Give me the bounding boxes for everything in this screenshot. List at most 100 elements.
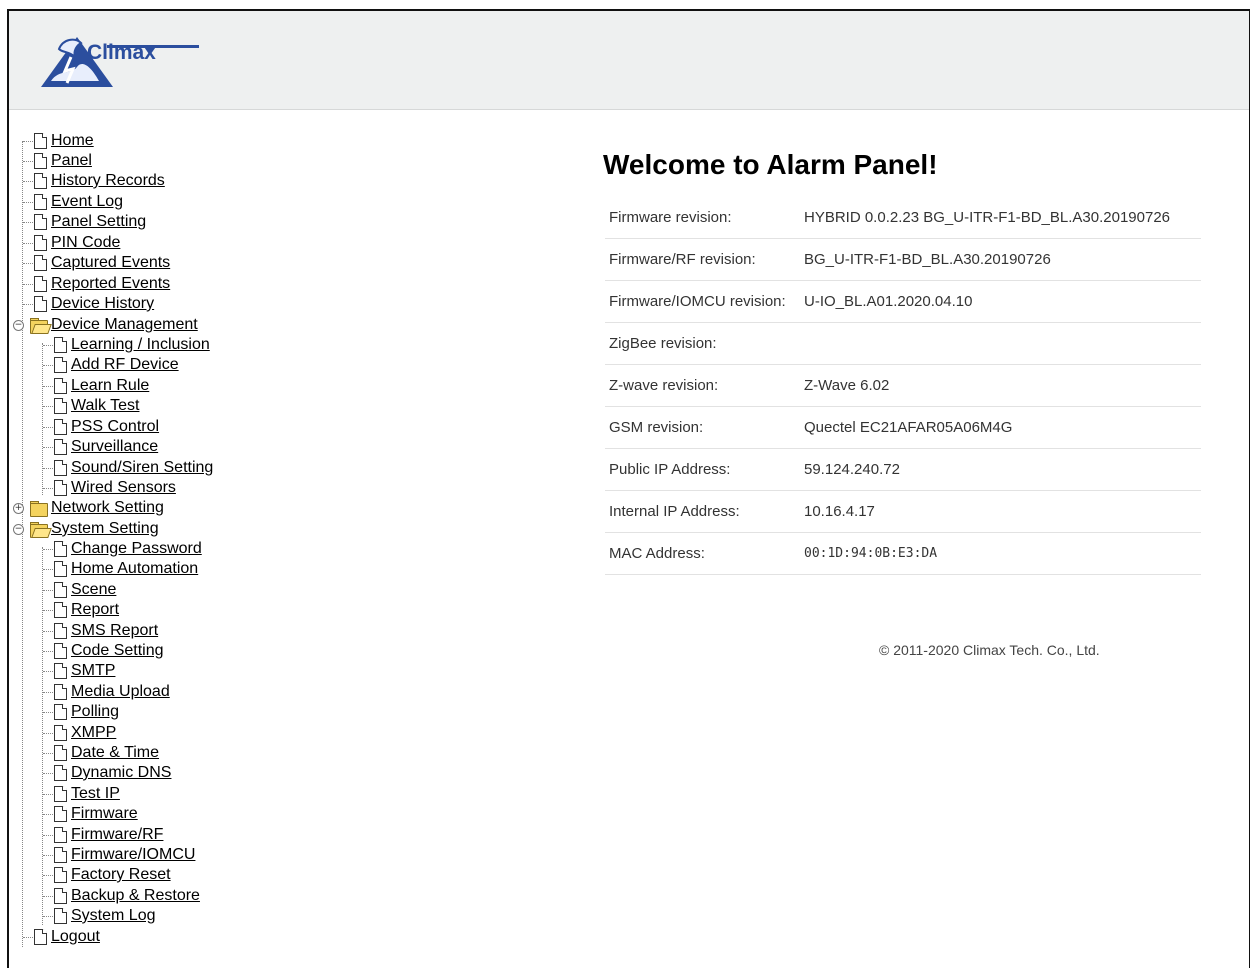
table-row: Firmware/IOMCU revision: U-IO_BL.A01.2020… bbox=[605, 280, 1201, 323]
nav-item-reported-events[interactable]: Reported Events bbox=[23, 274, 170, 294]
nav-link-learn-rule[interactable]: Learn Rule bbox=[71, 377, 149, 395]
nav-link-history-records[interactable]: History Records bbox=[51, 172, 165, 190]
nav-item-add-rf-device[interactable]: Add RF Device bbox=[43, 355, 179, 375]
nav-item-learn-rule[interactable]: Learn Rule bbox=[43, 376, 149, 396]
nav-link-device-history[interactable]: Device History bbox=[51, 295, 154, 313]
nav-item-sound-siren-setting[interactable]: Sound/Siren Setting bbox=[43, 458, 213, 478]
nav-link-panel[interactable]: Panel bbox=[51, 152, 92, 170]
nav-item-device-history[interactable]: Device History bbox=[23, 294, 154, 314]
nav-link-scene[interactable]: Scene bbox=[71, 581, 116, 599]
expand-toggle-icon[interactable]: + bbox=[13, 502, 24, 514]
nav-item-home-automation[interactable]: Home Automation bbox=[43, 559, 198, 579]
nav-link-event-log[interactable]: Event Log bbox=[51, 193, 123, 211]
nav-link-wired-sensors[interactable]: Wired Sensors bbox=[71, 479, 176, 497]
document-icon bbox=[54, 786, 67, 802]
document-icon bbox=[34, 276, 47, 292]
nav-link-dynamic-dns[interactable]: Dynamic DNS bbox=[71, 764, 171, 782]
nav-link-sms-report[interactable]: SMS Report bbox=[71, 622, 158, 640]
nav-link-code-setting[interactable]: Code Setting bbox=[71, 642, 164, 660]
nav-item-wired-sensors[interactable]: Wired Sensors bbox=[43, 478, 176, 498]
document-icon bbox=[54, 623, 67, 639]
nav-link-media-upload[interactable]: Media Upload bbox=[71, 683, 170, 701]
document-icon bbox=[34, 214, 47, 230]
nav-item-home[interactable]: Home bbox=[23, 131, 94, 151]
nav-item-change-password[interactable]: Change Password bbox=[43, 539, 202, 559]
nav-link-learning-inclusion[interactable]: Learning / Inclusion bbox=[71, 336, 210, 354]
nav-folder-device-management[interactable]: − Device Management bbox=[13, 315, 198, 335]
nav-item-dynamic-dns[interactable]: Dynamic DNS bbox=[43, 763, 171, 783]
nav-item-media-upload[interactable]: Media Upload bbox=[43, 682, 170, 702]
nav-item-history-records[interactable]: History Records bbox=[23, 171, 165, 191]
nav-link-device-management[interactable]: Device Management bbox=[51, 316, 198, 334]
table-row: Internal IP Address: 10.16.4.17 bbox=[605, 490, 1201, 533]
nav-link-polling[interactable]: Polling bbox=[71, 703, 119, 721]
row-value bbox=[800, 322, 1201, 365]
document-icon bbox=[54, 398, 67, 414]
nav-link-network-setting[interactable]: Network Setting bbox=[51, 499, 164, 517]
nav-item-event-log[interactable]: Event Log bbox=[23, 192, 123, 212]
nav-item-smtp[interactable]: SMTP bbox=[43, 661, 115, 681]
nav-item-firmware-iomcu[interactable]: Firmware/IOMCU bbox=[43, 845, 195, 865]
nav-item-surveillance[interactable]: Surveillance bbox=[43, 437, 158, 457]
nav-item-factory-reset[interactable]: Factory Reset bbox=[43, 865, 171, 885]
nav-link-smtp[interactable]: SMTP bbox=[71, 662, 115, 680]
nav-link-report[interactable]: Report bbox=[71, 601, 119, 619]
nav-link-home-automation[interactable]: Home Automation bbox=[71, 560, 198, 578]
nav-link-change-password[interactable]: Change Password bbox=[71, 540, 202, 558]
nav-item-logout[interactable]: Logout bbox=[23, 927, 100, 947]
nav-item-pin-code[interactable]: PIN Code bbox=[23, 233, 120, 253]
nav-item-xmpp[interactable]: XMPP bbox=[43, 723, 116, 743]
nav-link-logout[interactable]: Logout bbox=[51, 928, 100, 946]
nav-link-xmpp[interactable]: XMPP bbox=[71, 724, 116, 742]
nav-item-sms-report[interactable]: SMS Report bbox=[43, 621, 158, 641]
nav-item-panel-setting[interactable]: Panel Setting bbox=[23, 212, 146, 232]
nav-item-captured-events[interactable]: Captured Events bbox=[23, 253, 170, 273]
nav-link-walk-test[interactable]: Walk Test bbox=[71, 397, 139, 415]
nav-link-sound-siren-setting[interactable]: Sound/Siren Setting bbox=[71, 459, 213, 477]
nav-link-system-setting[interactable]: System Setting bbox=[51, 520, 159, 538]
nav-item-backup-restore[interactable]: Backup & Restore bbox=[43, 886, 200, 906]
nav-link-firmware-rf[interactable]: Firmware/RF bbox=[71, 826, 163, 844]
nav-item-system-log[interactable]: System Log bbox=[43, 906, 155, 926]
nav-item-date-time[interactable]: Date & Time bbox=[43, 743, 159, 763]
document-icon bbox=[34, 235, 47, 251]
nav-link-surveillance[interactable]: Surveillance bbox=[71, 438, 158, 456]
nav-item-pss-control[interactable]: PSS Control bbox=[43, 417, 159, 437]
logo-text: Climax bbox=[87, 41, 156, 64]
row-label: MAC Address: bbox=[605, 532, 800, 575]
nav-link-home[interactable]: Home bbox=[51, 132, 94, 150]
nav-link-factory-reset[interactable]: Factory Reset bbox=[71, 866, 171, 884]
nav-link-firmware-iomcu[interactable]: Firmware/IOMCU bbox=[71, 846, 195, 864]
nav-link-backup-restore[interactable]: Backup & Restore bbox=[71, 887, 200, 905]
nav-item-walk-test[interactable]: Walk Test bbox=[43, 396, 139, 416]
nav-link-test-ip[interactable]: Test IP bbox=[71, 785, 120, 803]
nav-link-firmware[interactable]: Firmware bbox=[71, 805, 138, 823]
nav-link-panel-setting[interactable]: Panel Setting bbox=[51, 213, 146, 231]
nav-link-reported-events[interactable]: Reported Events bbox=[51, 275, 170, 293]
nav-link-captured-events[interactable]: Captured Events bbox=[51, 254, 170, 272]
nav-link-pss-control[interactable]: PSS Control bbox=[71, 418, 159, 436]
nav-folder-network-setting[interactable]: + Network Setting bbox=[13, 498, 164, 518]
nav-item-polling[interactable]: Polling bbox=[43, 702, 119, 722]
table-row: Public IP Address: 59.124.240.72 bbox=[605, 448, 1201, 491]
nav-item-learning-inclusion[interactable]: Learning / Inclusion bbox=[43, 335, 210, 355]
nav-item-report[interactable]: Report bbox=[43, 600, 119, 620]
nav-item-firmware-rf[interactable]: Firmware/RF bbox=[43, 825, 163, 845]
nav-link-system-log[interactable]: System Log bbox=[71, 907, 155, 925]
nav-item-code-setting[interactable]: Code Setting bbox=[43, 641, 164, 661]
nav-item-firmware[interactable]: Firmware bbox=[43, 804, 138, 824]
document-icon bbox=[54, 602, 67, 618]
nav-folder-system-setting[interactable]: − System Setting bbox=[13, 519, 159, 539]
nav-item-panel[interactable]: Panel bbox=[23, 151, 92, 171]
document-icon bbox=[54, 357, 67, 373]
nav-item-test-ip[interactable]: Test IP bbox=[43, 784, 120, 804]
table-row: Firmware revision: HYBRID 0.0.2.23 BG_U-I… bbox=[605, 197, 1201, 239]
collapse-toggle-icon[interactable]: − bbox=[13, 319, 24, 331]
document-icon bbox=[54, 888, 67, 904]
nav-link-date-time[interactable]: Date & Time bbox=[71, 744, 159, 762]
nav-link-pin-code[interactable]: PIN Code bbox=[51, 234, 120, 252]
collapse-toggle-icon[interactable]: − bbox=[13, 523, 24, 535]
document-icon bbox=[34, 255, 47, 271]
nav-item-scene[interactable]: Scene bbox=[43, 580, 116, 600]
nav-link-add-rf-device[interactable]: Add RF Device bbox=[71, 356, 179, 374]
